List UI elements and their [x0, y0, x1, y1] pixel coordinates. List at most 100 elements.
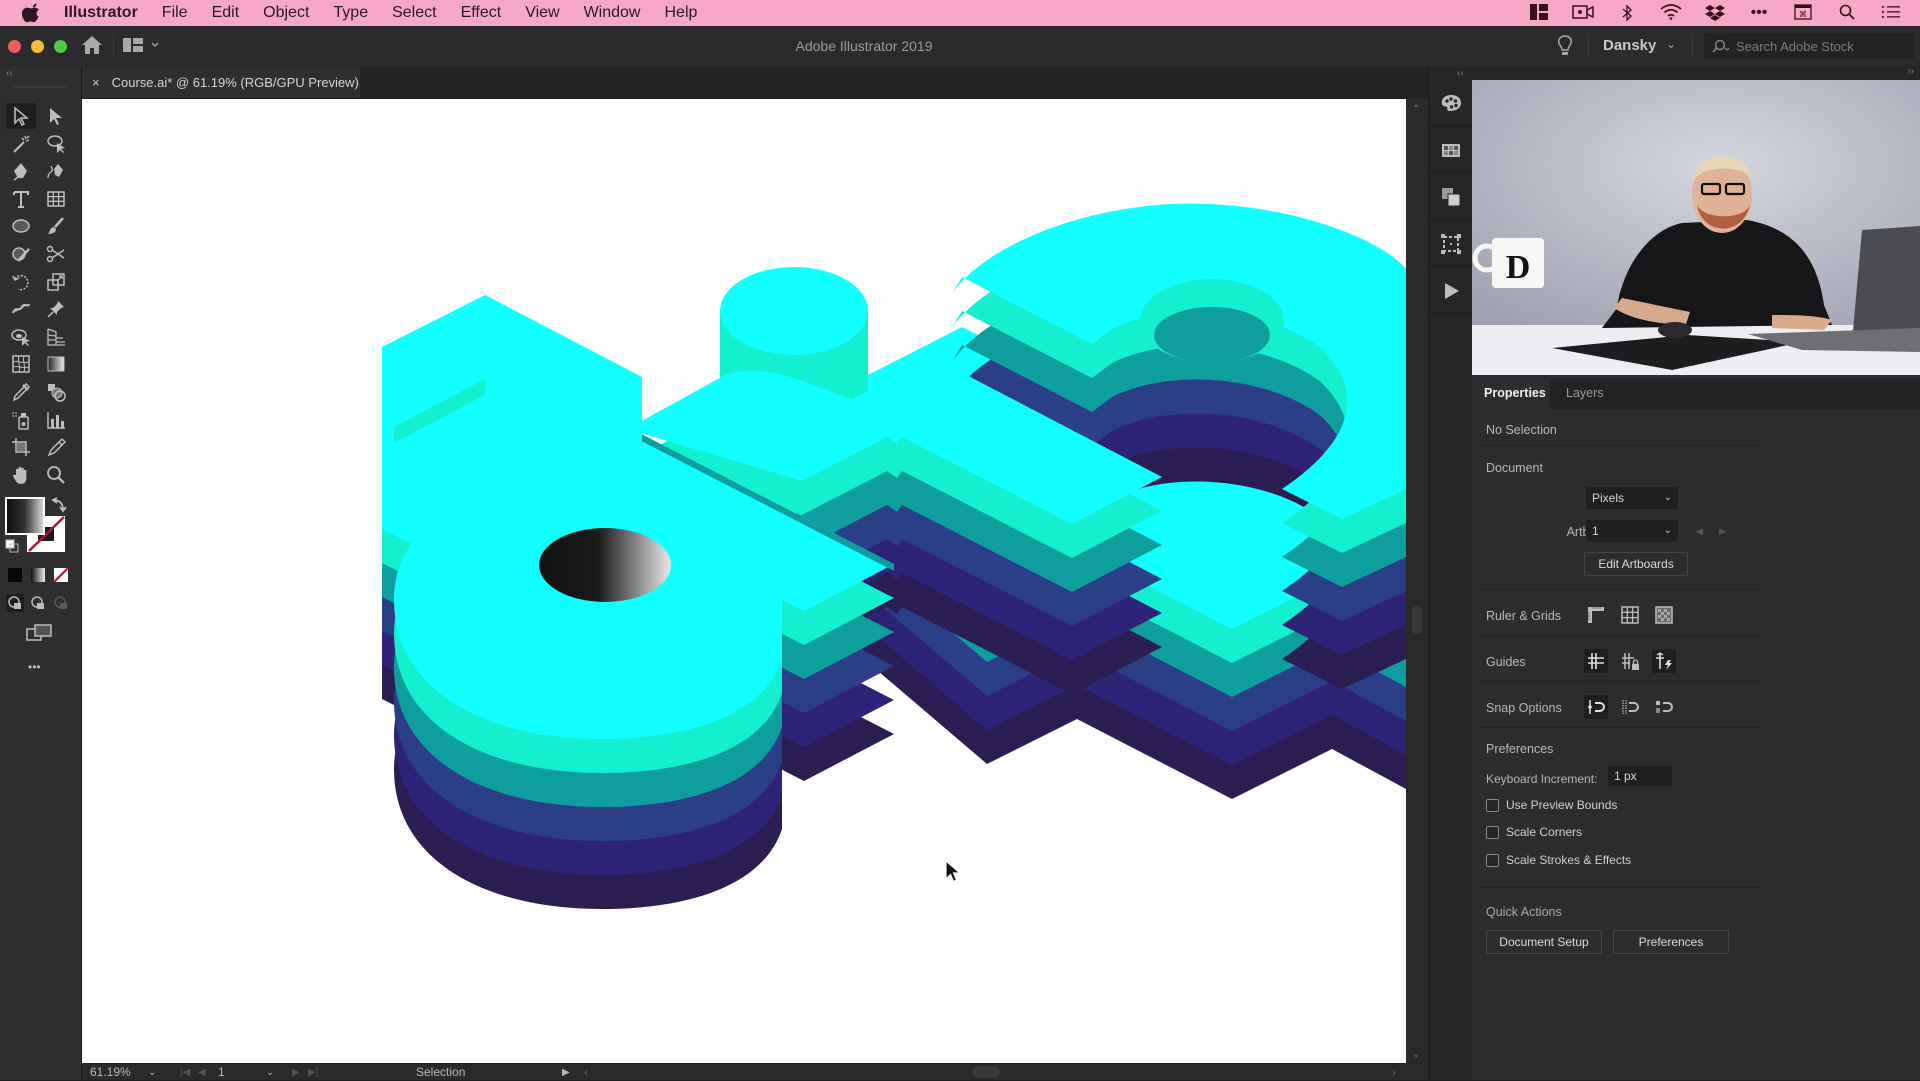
use-preview-bounds-checkbox[interactable]: Use Preview Bounds: [1486, 798, 1617, 812]
scroll-left-arrow[interactable]: ‹: [584, 1064, 588, 1080]
fill-swatch[interactable]: [5, 497, 45, 535]
first-artboard-icon[interactable]: |◀: [180, 1064, 190, 1080]
scale-tool[interactable]: [41, 269, 71, 295]
direct-selection-tool[interactable]: [41, 103, 71, 129]
selection-tool[interactable]: [6, 103, 36, 129]
wifi-icon[interactable]: [1660, 4, 1682, 22]
mesh-tool[interactable]: [6, 351, 36, 377]
user-account-name[interactable]: Dansky: [1603, 37, 1656, 54]
eyedropper-tool[interactable]: [6, 379, 36, 405]
ellipse-tool[interactable]: [6, 213, 36, 239]
draw-inside-button[interactable]: [52, 594, 70, 612]
checkbox-box[interactable]: [1486, 853, 1499, 867]
scale-corners-checkbox[interactable]: Scale Corners: [1486, 825, 1582, 839]
snap-to-glyph-button[interactable]: [1652, 695, 1676, 719]
collapse-panel-icon[interactable]: ‹‹: [6, 68, 13, 79]
magic-wand-tool[interactable]: [6, 131, 36, 157]
perspective-grid-tool[interactable]: [41, 324, 71, 350]
expand-panels-icon[interactable]: ‹‹: [1457, 68, 1464, 79]
hand-tool[interactable]: [6, 462, 36, 488]
menu-select[interactable]: Select: [392, 4, 436, 22]
actions-panel-button[interactable]: [1430, 268, 1472, 314]
bluetooth-icon[interactable]: [1616, 4, 1638, 22]
scroll-up-arrow[interactable]: ⌃: [1412, 104, 1420, 115]
scale-strokes-effects-checkbox[interactable]: Scale Strokes & Effects: [1486, 853, 1631, 867]
tab-layers[interactable]: Layers: [1554, 378, 1616, 409]
libraries-panel-button[interactable]: [1430, 127, 1472, 173]
zoom-tool[interactable]: [41, 462, 71, 488]
show-grid-button[interactable]: [1618, 603, 1642, 627]
symbol-sprayer-tool[interactable]: [6, 407, 36, 433]
lightbulb-icon[interactable]: [1556, 35, 1574, 57]
menu-type[interactable]: Type: [333, 4, 368, 22]
menu-edit[interactable]: Edit: [212, 4, 240, 22]
slice-tool[interactable]: [41, 434, 71, 460]
artboard-dropdown-chevron-icon[interactable]: ⌄: [266, 1064, 274, 1080]
menu-object[interactable]: Object: [263, 4, 309, 22]
menu-help[interactable]: Help: [664, 4, 697, 22]
checkbox-box[interactable]: [1486, 798, 1499, 812]
preferences-button[interactable]: Preferences: [1613, 930, 1729, 954]
previous-artboard-icon[interactable]: ◀: [198, 1064, 206, 1080]
document-setup-button[interactable]: Document Setup: [1486, 930, 1602, 954]
pen-tool[interactable]: [6, 158, 36, 184]
artboard-select[interactable]: 1 ⌄: [1586, 520, 1678, 542]
next-artboard-icon[interactable]: ▶: [1719, 526, 1726, 537]
chevron-down-icon[interactable]: ⌄: [1666, 37, 1676, 51]
blend-tool[interactable]: [41, 379, 71, 405]
transform-panel-button[interactable]: [1430, 174, 1472, 220]
sidebar-layout-icon[interactable]: [1528, 4, 1550, 22]
artboard-tool[interactable]: [6, 434, 36, 460]
gradient-tool[interactable]: [41, 351, 71, 377]
menu-effect[interactable]: Effect: [461, 4, 502, 22]
smart-guides-button[interactable]: [1652, 649, 1676, 673]
apple-logo-icon[interactable]: [22, 3, 42, 23]
show-guides-button[interactable]: [1584, 649, 1608, 673]
rectangular-grid-tool[interactable]: [41, 186, 71, 212]
status-menu-arrow-icon[interactable]: ▶: [562, 1064, 570, 1080]
lasso-tool[interactable]: [41, 131, 71, 157]
snap-to-pixel-button[interactable]: [1618, 695, 1642, 719]
vertical-scrollbar[interactable]: ⌃ ⌄: [1406, 98, 1428, 1064]
menu-illustrator[interactable]: Illustrator: [64, 4, 138, 22]
scroll-down-arrow[interactable]: ⌄: [1412, 1049, 1420, 1060]
artboard-number-field[interactable]: 1: [218, 1064, 225, 1080]
close-tab-icon[interactable]: ×: [92, 75, 100, 90]
keyboard-viewer-icon[interactable]: ⌘: [1792, 4, 1814, 22]
show-rulers-button[interactable]: [1584, 603, 1608, 627]
artboard-canvas[interactable]: [82, 99, 1406, 1063]
current-tool-status[interactable]: Selection: [416, 1064, 465, 1080]
edit-artboards-button[interactable]: Edit Artboards: [1584, 552, 1688, 576]
last-artboard-icon[interactable]: ▶|: [308, 1064, 318, 1080]
snap-to-point-button[interactable]: [1584, 695, 1608, 719]
menu-view[interactable]: View: [525, 4, 559, 22]
menu-file[interactable]: File: [162, 4, 188, 22]
notification-center-icon[interactable]: [1880, 4, 1902, 22]
screen-record-icon[interactable]: [1572, 4, 1594, 22]
expand-dock-icon[interactable]: ››: [1907, 66, 1914, 77]
tab-properties[interactable]: Properties: [1472, 378, 1550, 409]
edit-toolbar-button[interactable]: •••: [28, 660, 41, 674]
scroll-right-arrow[interactable]: ›: [1392, 1064, 1396, 1080]
zoom-level-field[interactable]: 61.19%: [90, 1064, 131, 1080]
spotlight-search-icon[interactable]: [1836, 4, 1858, 22]
draw-behind-button[interactable]: [29, 594, 47, 612]
panel-grip[interactable]: [14, 86, 66, 88]
curvature-tool[interactable]: [41, 158, 71, 184]
gradient-mode-button[interactable]: [29, 566, 47, 584]
puppet-warp-tool[interactable]: [6, 296, 36, 322]
color-mode-button[interactable]: [6, 566, 24, 584]
menu-window[interactable]: Window: [584, 4, 641, 22]
type-tool[interactable]: [6, 186, 36, 212]
more-icon[interactable]: •••: [1748, 4, 1770, 22]
fill-stroke-widget[interactable]: [5, 496, 67, 556]
checkbox-box[interactable]: [1486, 825, 1499, 839]
paintbrush-tool[interactable]: [41, 213, 71, 239]
rotate-tool[interactable]: [6, 269, 36, 295]
zoom-dropdown-chevron-icon[interactable]: ⌄: [148, 1064, 156, 1080]
horizontal-scroll-thumb[interactable]: [972, 1066, 1000, 1078]
color-panel-button[interactable]: [1430, 80, 1472, 126]
dropbox-icon[interactable]: [1704, 4, 1726, 22]
shaper-tool[interactable]: [6, 241, 36, 267]
document-tab[interactable]: × Course.ai* @ 61.19% (RGB/GPU Preview): [82, 66, 360, 98]
